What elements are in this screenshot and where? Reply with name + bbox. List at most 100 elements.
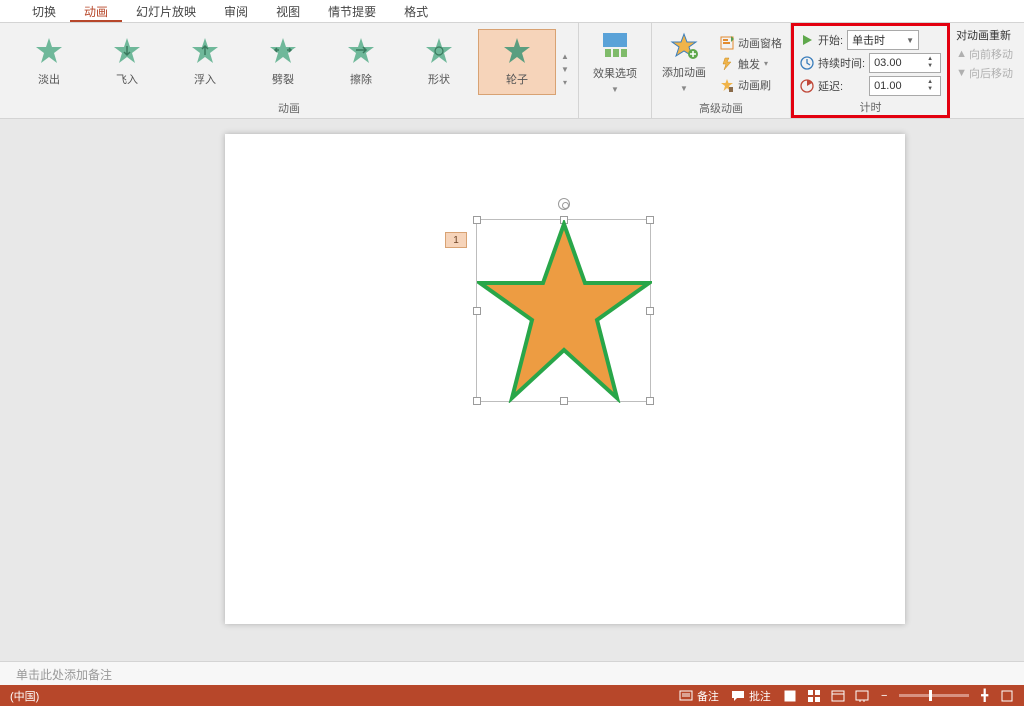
- chevron-down-icon: ▾: [764, 59, 768, 68]
- rotate-handle[interactable]: [558, 198, 570, 210]
- pane-icon: [720, 36, 734, 50]
- tab-slideshow[interactable]: 幻灯片放映: [122, 0, 210, 22]
- group-reorder: 对动画重新 ▲ 向前移动 ▼ 向后移动: [950, 23, 1019, 118]
- notes-placeholder: 单击此处添加备注: [16, 668, 112, 682]
- trigger-label: 触发: [738, 56, 760, 72]
- star-icon: [113, 37, 141, 65]
- comments-toggle[interactable]: 批注: [731, 688, 771, 704]
- chevron-down-icon: ▼: [906, 36, 914, 45]
- duration-label: 持续时间:: [818, 55, 865, 71]
- chevron-up-icon: ▲: [561, 52, 569, 61]
- animation-painter-label: 动画刷: [738, 77, 771, 93]
- group-title-timing: 计时: [794, 99, 947, 117]
- fit-window-button[interactable]: [1000, 689, 1014, 703]
- more-icon: ▾: [563, 78, 567, 87]
- tab-animation[interactable]: 动画: [70, 0, 122, 22]
- slide-canvas[interactable]: 1: [225, 134, 905, 624]
- gallery-more[interactable]: ▲ ▼ ▾: [556, 29, 574, 95]
- effect-options-icon: [599, 31, 631, 61]
- chevron-down-icon: ▼: [561, 65, 569, 74]
- star-icon: [425, 37, 453, 65]
- anim-floatin[interactable]: 浮入: [166, 29, 244, 95]
- move-earlier-button: ▲ 向前移动: [956, 46, 1013, 62]
- anim-wheel-selected[interactable]: 轮子: [478, 29, 556, 95]
- delay-icon: [800, 79, 814, 93]
- status-bar: (中国) 备注 批注 − ╋: [0, 685, 1024, 706]
- normal-view-button[interactable]: [783, 689, 797, 703]
- start-dropdown[interactable]: 单击时 ▼: [847, 30, 919, 50]
- group-animation: 淡出 飞入 浮入 劈裂 擦除 形状: [0, 23, 579, 118]
- anim-label: 飞入: [116, 71, 138, 87]
- painter-icon: [720, 78, 734, 92]
- zoom-out-button[interactable]: −: [881, 690, 887, 702]
- duration-value: 03.00: [874, 57, 902, 69]
- effect-options-button[interactable]: 效果选项 ▼: [583, 29, 647, 95]
- zoom-in-button[interactable]: ╋: [981, 689, 988, 702]
- spinner-icon[interactable]: ▲▼: [924, 56, 936, 70]
- delay-label: 延迟:: [818, 78, 843, 94]
- trigger-button[interactable]: 触发 ▾: [720, 55, 782, 73]
- star-icon: [191, 37, 219, 65]
- reading-view-button[interactable]: [831, 689, 845, 703]
- tab-story[interactable]: 情节提要: [314, 0, 390, 22]
- anim-label: 淡出: [38, 71, 60, 87]
- slide-workspace[interactable]: 1: [0, 119, 1024, 661]
- notes-icon: [679, 690, 693, 702]
- tab-view[interactable]: 视图: [262, 0, 314, 22]
- add-animation-label: 添加动画: [662, 64, 706, 80]
- anim-fade[interactable]: 淡出: [10, 29, 88, 95]
- tab-review[interactable]: 审阅: [210, 0, 262, 22]
- anim-wipe[interactable]: 擦除: [322, 29, 400, 95]
- anim-label: 形状: [428, 71, 450, 87]
- notes-pane[interactable]: 单击此处添加备注: [0, 661, 1024, 685]
- ribbon: 淡出 飞入 浮入 劈裂 擦除 形状: [0, 23, 1024, 119]
- anim-flyin[interactable]: 飞入: [88, 29, 166, 95]
- anim-shape[interactable]: 形状: [400, 29, 478, 95]
- effect-options-label: 效果选项: [593, 65, 637, 81]
- shape-selection[interactable]: [476, 219, 651, 402]
- move-earlier-label: 向前移动: [969, 46, 1013, 62]
- anim-split[interactable]: 劈裂: [244, 29, 322, 95]
- star-shape[interactable]: [477, 220, 652, 403]
- notes-toggle[interactable]: 备注: [679, 688, 719, 704]
- group-advanced-anim: 添加动画 ▼ 动画窗格 触发 ▾ 动画刷 高级动画: [652, 23, 791, 118]
- start-value: 单击时: [852, 32, 885, 48]
- comments-icon: [731, 690, 745, 702]
- add-animation-button[interactable]: 添加动画 ▼: [652, 29, 716, 95]
- sorter-view-button[interactable]: [807, 689, 821, 703]
- anim-label: 轮子: [506, 71, 528, 87]
- delay-value: 01.00: [874, 80, 902, 92]
- animation-order-tag[interactable]: 1: [445, 232, 467, 248]
- clock-icon: [800, 56, 814, 70]
- spinner-icon[interactable]: ▲▼: [924, 79, 936, 93]
- group-effect-options: 效果选项 ▼: [579, 23, 652, 118]
- chevron-down-icon: ▼: [611, 85, 619, 94]
- arrow-down-icon: ▼: [956, 67, 967, 79]
- tab-bar: 切换 动画 幻灯片放映 审阅 视图 情节提要 格式: [0, 0, 1024, 23]
- chevron-down-icon: ▼: [680, 84, 688, 93]
- zoom-slider[interactable]: [899, 694, 969, 697]
- star-icon: [35, 37, 63, 65]
- tab-format[interactable]: 格式: [390, 0, 442, 22]
- play-icon: [800, 33, 814, 47]
- tab-switch[interactable]: 切换: [18, 0, 70, 22]
- group-title-anim: 动画: [0, 100, 578, 118]
- anim-label: 擦除: [350, 71, 372, 87]
- move-later-button: ▼ 向后移动: [956, 65, 1013, 81]
- move-later-label: 向后移动: [969, 65, 1013, 81]
- add-animation-icon: [669, 32, 699, 60]
- anim-label: 浮入: [194, 71, 216, 87]
- delay-input[interactable]: 01.00 ▲▼: [869, 76, 941, 96]
- anim-label: 劈裂: [272, 71, 294, 87]
- animation-painter-button[interactable]: 动画刷: [720, 76, 782, 94]
- slideshow-view-button[interactable]: [855, 689, 869, 703]
- group-timing-highlighted: 开始: 单击时 ▼ 持续时间: 03.00 ▲▼ 延迟: 01.00: [791, 23, 950, 118]
- trigger-icon: [720, 57, 734, 71]
- star-icon: [347, 37, 375, 65]
- duration-input[interactable]: 03.00 ▲▼: [869, 53, 941, 73]
- animation-gallery: 淡出 飞入 浮入 劈裂 擦除 形状: [0, 29, 578, 95]
- language-indicator[interactable]: (中国): [10, 688, 39, 704]
- animation-pane-label: 动画窗格: [738, 35, 782, 51]
- animation-pane-button[interactable]: 动画窗格: [720, 34, 782, 52]
- star-icon: [269, 37, 297, 65]
